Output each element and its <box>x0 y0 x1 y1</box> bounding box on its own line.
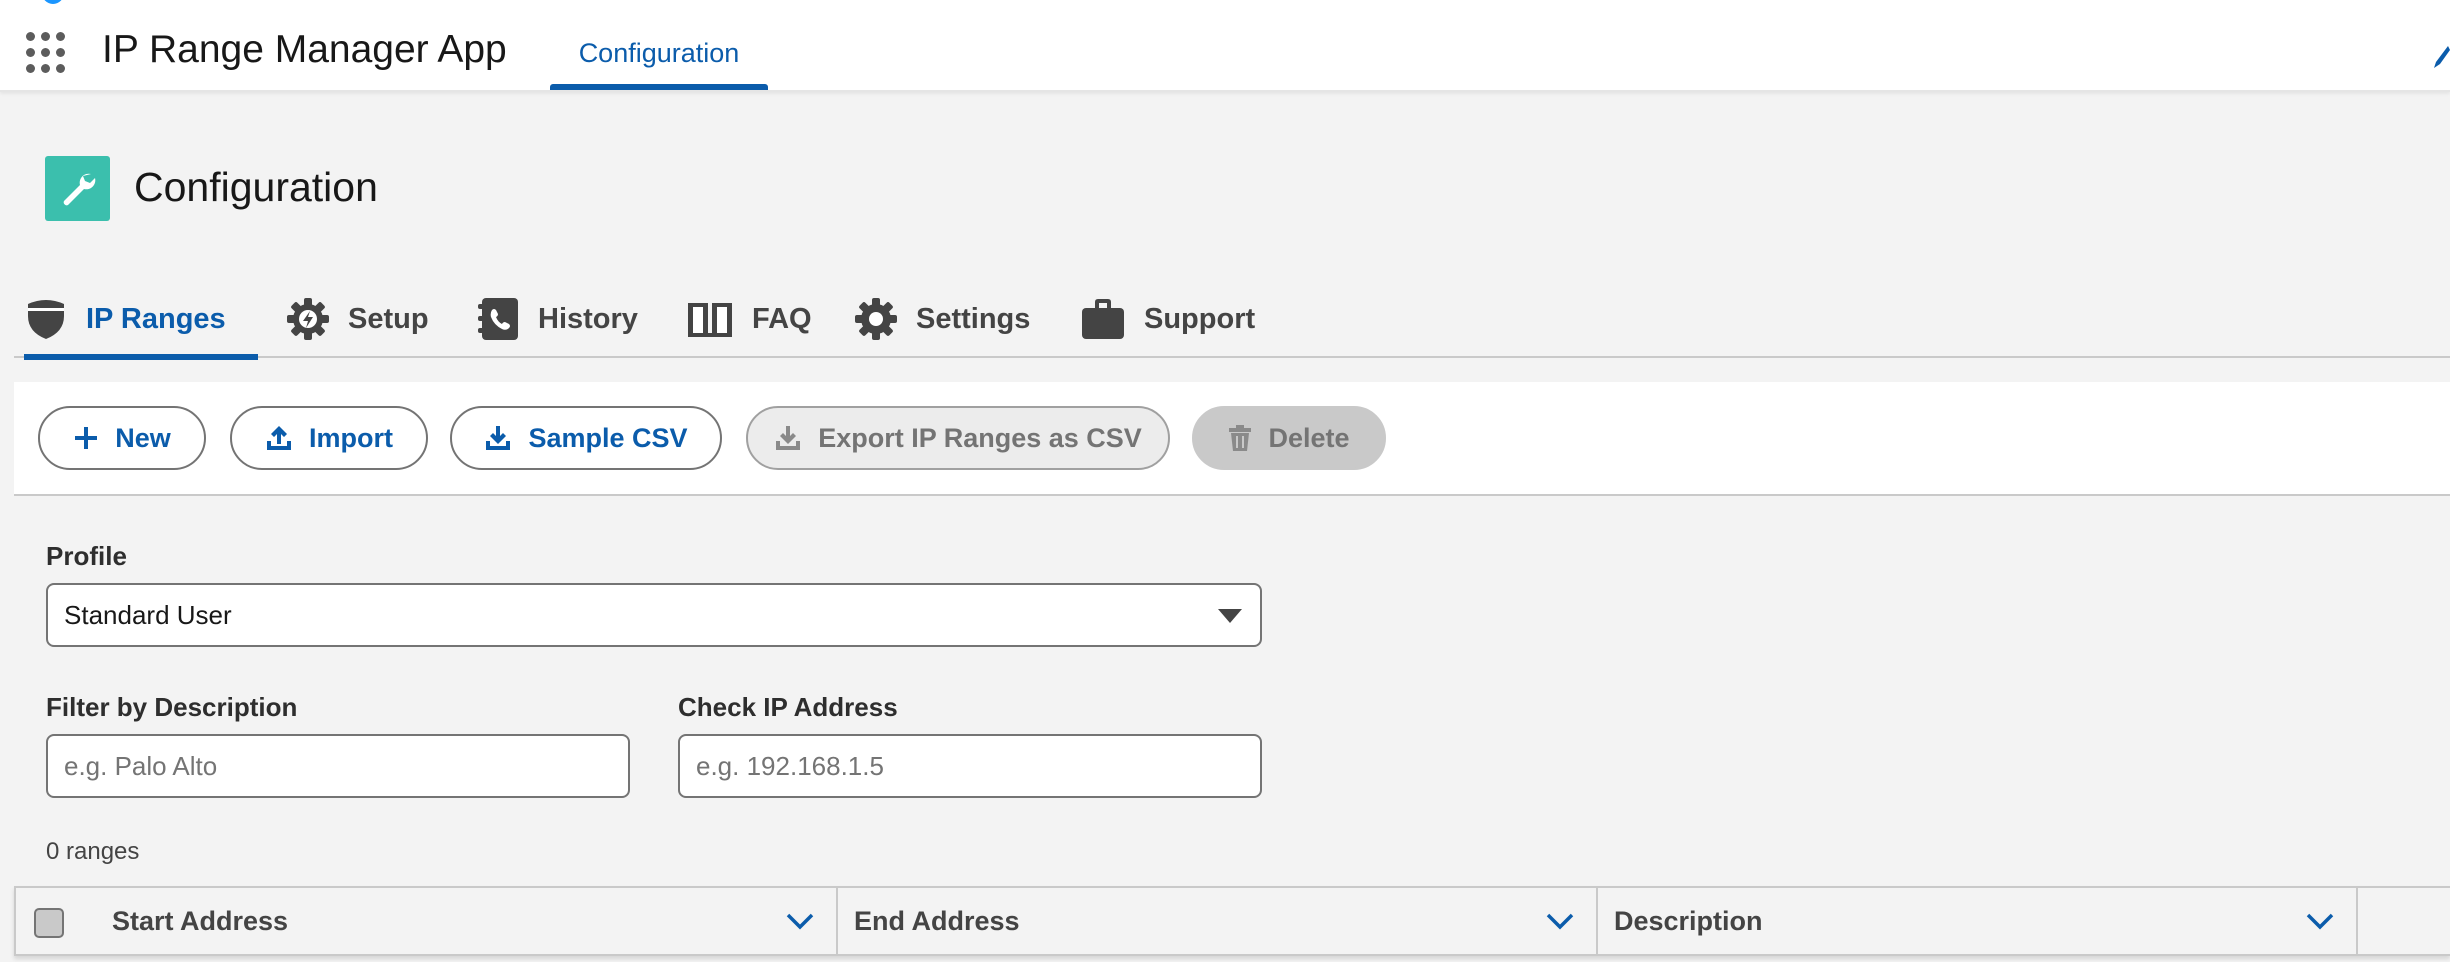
gear-icon <box>855 298 897 340</box>
tab-label: Support <box>1144 302 1256 335</box>
filter-description-label: Filter by Description <box>46 692 298 722</box>
section-tabs: IP Ranges Setup History FAQ Settings Sup… <box>14 280 2450 360</box>
tab-label: IP Ranges <box>86 302 226 335</box>
briefcase-icon <box>1082 299 1124 339</box>
chevron-down-icon[interactable] <box>2306 912 2334 930</box>
nav-tab-label: Configuration <box>578 38 740 68</box>
column-label: End Address <box>854 905 1020 936</box>
nav-tab-configuration[interactable]: Configuration <box>550 0 768 92</box>
filter-description-input[interactable] <box>46 734 630 798</box>
app-launcher-icon[interactable] <box>26 32 68 74</box>
column-header-start-address[interactable]: Start Address <box>82 888 838 954</box>
column-label: Start Address <box>112 905 289 936</box>
book-icon <box>688 303 732 337</box>
toolbar: New Import Sample CSV Export IP Ranges a… <box>14 382 2450 496</box>
range-count: 0 ranges <box>46 838 140 865</box>
tab-setup[interactable]: Setup <box>286 280 429 358</box>
sample-csv-button-label: Sample CSV <box>528 422 688 453</box>
app-name: IP Range Manager App <box>102 28 507 71</box>
tab-active-indicator <box>24 354 258 360</box>
app-header: IP Range Manager App Configuration <box>0 0 2450 92</box>
page-title: Configuration <box>134 164 378 210</box>
column-label: Description <box>1614 905 1763 936</box>
tab-ip-ranges[interactable]: IP Ranges <box>24 280 258 360</box>
wrench-icon <box>45 156 110 221</box>
download-icon <box>486 426 511 450</box>
tab-support[interactable]: Support <box>1080 280 1255 358</box>
download-icon <box>776 426 801 450</box>
profile-select-value: Standard User <box>64 599 232 630</box>
gear-bolt-icon <box>287 298 329 340</box>
tab-label: History <box>538 302 638 335</box>
export-csv-button[interactable]: Export IP Ranges as CSV <box>746 406 1170 470</box>
tab-label: Setup <box>348 302 429 335</box>
edit-nav-icon[interactable] <box>2432 44 2450 70</box>
tab-history[interactable]: History <box>476 280 638 358</box>
profile-label: Profile <box>46 541 127 571</box>
upload-icon <box>267 426 291 450</box>
column-header-end-address[interactable]: End Address <box>838 888 1598 954</box>
plus-icon <box>75 427 98 449</box>
trash-icon <box>1229 425 1252 451</box>
sample-csv-button[interactable]: Sample CSV <box>450 406 722 470</box>
import-button[interactable]: Import <box>230 406 428 470</box>
delete-button-label: Delete <box>1268 422 1350 453</box>
delete-button[interactable]: Delete <box>1192 406 1386 470</box>
new-button[interactable]: New <box>38 406 206 470</box>
shield-icon <box>28 300 64 339</box>
chevron-down-icon[interactable] <box>786 912 814 930</box>
new-button-label: New <box>115 422 171 453</box>
tab-faq[interactable]: FAQ <box>686 280 812 358</box>
select-all-checkbox[interactable] <box>34 908 64 938</box>
export-csv-button-label: Export IP Ranges as CSV <box>818 422 1142 453</box>
check-ip-label: Check IP Address <box>678 692 898 722</box>
profile-select[interactable]: Standard User <box>46 583 1262 647</box>
column-header-description[interactable]: Description <box>1598 888 2358 954</box>
help-icon-partial[interactable] <box>42 0 64 4</box>
chevron-down-icon[interactable] <box>1546 912 1574 930</box>
table-header: Start Address End Address Description <box>14 886 2450 956</box>
tab-settings[interactable]: Settings <box>854 280 1030 358</box>
tab-label: FAQ <box>752 302 812 335</box>
tab-label: Settings <box>916 302 1031 335</box>
caret-down-icon <box>1218 609 1242 623</box>
nav-tab-active-indicator <box>550 84 768 90</box>
check-ip-input[interactable] <box>678 734 1262 798</box>
import-button-label: Import <box>309 422 393 453</box>
address-book-icon <box>478 298 518 340</box>
